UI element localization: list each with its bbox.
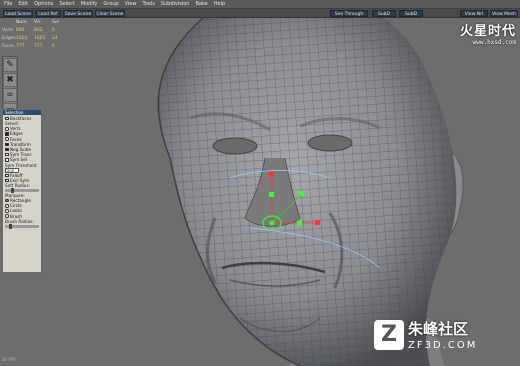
stats-edges-num: 1601 [16, 36, 28, 41]
faces-radio[interactable] [5, 137, 9, 141]
zf3d-url: ZF3D.COM [408, 340, 478, 351]
edges-checkbox[interactable] [5, 132, 9, 136]
delete-x-icon[interactable]: ✖ [3, 73, 17, 87]
hxsd-url: www.hxsd.com [472, 39, 516, 46]
verts-radio[interactable] [5, 127, 9, 131]
menu-group[interactable]: Group [103, 1, 118, 7]
stats-edges-vis: 1601 [34, 36, 46, 41]
brush-radius-slider[interactable] [5, 223, 39, 229]
stats-edges-sel: 24 [52, 36, 58, 41]
excl-sym-checkbox[interactable] [5, 178, 9, 183]
hxsd-watermark: 火星时代 www.hxsd.com [412, 20, 516, 54]
stats-label-faces: Faces [2, 44, 15, 49]
paint-icon[interactable]: ✎ [3, 58, 17, 72]
menu-options[interactable]: Options [34, 1, 53, 7]
menu-modify[interactable]: Modify [81, 1, 98, 7]
neg-scale-checkbox[interactable] [5, 147, 9, 152]
stats-header-num: Num [16, 20, 27, 25]
menu-edit[interactable]: Edit [18, 1, 28, 7]
sym-trans-checkbox[interactable] [5, 152, 9, 157]
view-nrl-button[interactable]: View Nrl [460, 10, 488, 17]
transform-checkbox[interactable] [5, 142, 9, 147]
clear-scene-button[interactable]: Clear Scene [95, 10, 125, 17]
toolbar: Load Scene Load Ref Save Scene Clear Sce… [0, 9, 520, 24]
selection-panel: Selection Backfaces Select: Verts Edges … [2, 109, 42, 273]
see-through-button[interactable]: See Through [330, 10, 368, 17]
menu-subdivision[interactable]: Subdivision [161, 1, 190, 7]
save-scene-button[interactable]: Save Scene [63, 10, 93, 17]
sym-sel-label: Sym Sel [10, 157, 27, 163]
stats-faces-num: 777 [16, 44, 25, 49]
falloff-checkbox[interactable] [5, 173, 9, 178]
subd-button[interactable]: SubD [372, 10, 396, 17]
stats-label-edges: Edges [2, 36, 16, 41]
load-ref-button[interactable]: Load Ref [35, 10, 61, 17]
view-mesh-button[interactable]: View Mesh [490, 10, 518, 17]
menu-view[interactable]: View [125, 1, 137, 7]
lasso-radio[interactable] [5, 209, 9, 213]
brush-radio[interactable] [5, 214, 9, 218]
stats-verts-vis: 602 [34, 28, 43, 33]
stats-faces-sel: 6 [52, 44, 55, 49]
circle-radio[interactable] [5, 204, 9, 208]
menu-file[interactable]: File [4, 1, 12, 7]
hxsd-logo: 火星时代 [459, 24, 516, 39]
fps-readout: 30 FPS [2, 357, 16, 362]
subd-mode-button[interactable]: SubD Mode [399, 10, 423, 24]
panel-title: Selection [3, 110, 41, 115]
link-icon[interactable]: ∞ [3, 88, 17, 102]
soft-radius-slider[interactable] [5, 188, 39, 194]
zf3d-watermark: Z 朱峰社区 ZF3D.COM [374, 318, 514, 358]
stats-faces-vis: 777 [34, 44, 43, 49]
zf3d-chinese-name: 朱峰社区 [408, 320, 469, 338]
stats-header-vis: Vis [34, 20, 41, 25]
rectangle-radio[interactable] [5, 198, 9, 203]
menu-tools[interactable]: Tools [142, 1, 154, 7]
menu-help[interactable]: Help [214, 1, 225, 7]
menu-bake[interactable]: Bake [195, 1, 207, 7]
stats-verts-sel: 0 [52, 28, 55, 33]
load-scene-button[interactable]: Load Scene [3, 10, 33, 17]
3d-viewport[interactable] [0, 18, 520, 366]
menu-select[interactable]: Select [59, 1, 74, 7]
sym-sel-checkbox[interactable] [5, 158, 9, 162]
zf3d-logo-icon: Z [374, 320, 404, 350]
stats-header-blank [2, 19, 16, 27]
stats-header-sel: Sel [52, 20, 59, 25]
menubar: File Edit Options Select Modify Group View Tool… [0, 0, 520, 9]
stats-verts-num: 602 [16, 28, 25, 33]
head-mesh-render [157, 18, 464, 366]
mesh-stats-table: Num Vis Sel Verts 602 602 0 Edges 1601 1… [2, 19, 82, 51]
stats-label-verts: Verts [2, 28, 14, 33]
backfaces-checkbox[interactable] [5, 116, 9, 121]
